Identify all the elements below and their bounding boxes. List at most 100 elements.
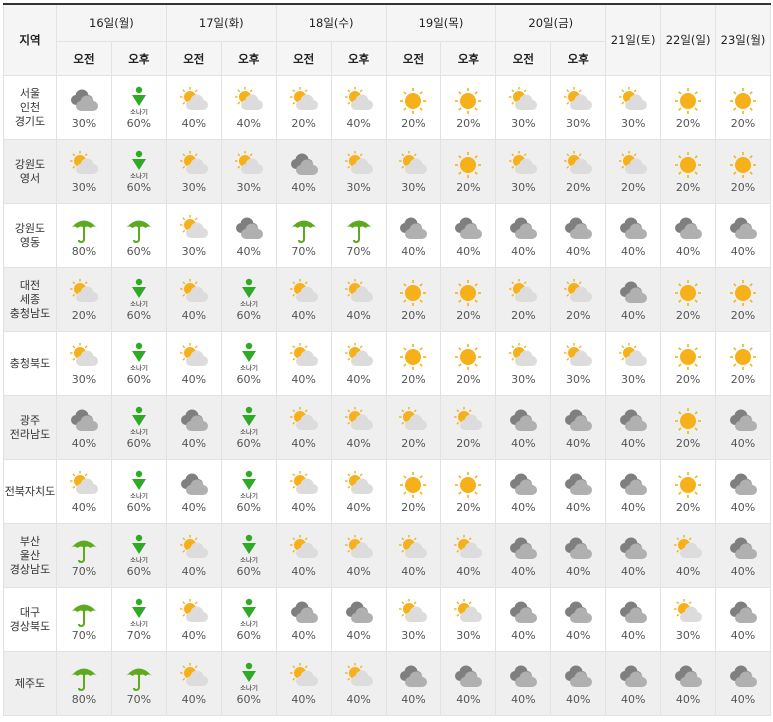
partly-cloudy-icon: [179, 343, 208, 366]
precip-probability: 40%: [346, 437, 371, 450]
forecast-cell: 30%: [495, 331, 552, 396]
shower-icon: 소나기: [130, 342, 148, 372]
forecast-cell: 40%: [550, 459, 607, 524]
region-name-line: 인천: [19, 100, 41, 114]
partly-cloudy-icon: [179, 663, 208, 686]
precip-probability: 20%: [675, 501, 701, 514]
cloudy-icon: [675, 665, 703, 687]
precip-probability: 40%: [181, 565, 207, 578]
region-name-line: 충청남도: [9, 306, 51, 320]
cloudy-icon: [290, 153, 318, 175]
forecast-cell: 소나기 60%: [110, 139, 167, 204]
shower-label: 소나기: [130, 299, 148, 308]
precip-probability: 40%: [620, 309, 646, 322]
precip-probability: 40%: [346, 565, 371, 578]
forecast-cell: 20%: [440, 139, 497, 204]
precip-probability: 40%: [511, 245, 536, 258]
shower-icon: 소나기: [240, 534, 258, 564]
forecast-cell: 40%: [165, 395, 222, 460]
forecast-cell: 소나기 60%: [220, 523, 277, 588]
precip-probability: 40%: [620, 501, 646, 514]
cloudy-icon: [345, 601, 373, 623]
precip-probability: 40%: [730, 437, 756, 450]
shower-label: 소나기: [240, 683, 258, 692]
precip-probability: 60%: [126, 309, 152, 322]
forecast-cell: 40%: [275, 139, 332, 204]
forecast-cell: 70%: [275, 203, 332, 268]
precip-probability: 30%: [181, 245, 207, 258]
table-row: 제주도 80% 70% 40% 소나기 60% 40% 40% 40% 40% 40% 40% 40% 4…: [3, 651, 771, 716]
forecast-cell: 40%: [495, 651, 552, 716]
forecast-cell: 40%: [220, 75, 277, 140]
precip-probability: 60%: [236, 309, 261, 322]
precip-probability: 40%: [291, 309, 316, 322]
rain-icon: [70, 540, 97, 564]
partly-cloudy-icon: [344, 279, 373, 302]
forecast-cell: 30%: [56, 331, 112, 396]
partly-cloudy-icon: [619, 343, 648, 366]
precip-probability: 30%: [71, 181, 97, 194]
precip-probability: 70%: [126, 629, 152, 642]
precip-probability: 30%: [675, 629, 701, 642]
precip-probability: 60%: [236, 565, 261, 578]
forecast-cell: 80%: [56, 203, 112, 268]
precip-probability: 30%: [346, 181, 371, 194]
precip-probability: 40%: [291, 501, 316, 514]
precip-probability: 40%: [566, 565, 591, 578]
cloudy-icon: [620, 217, 648, 239]
precip-probability: 20%: [730, 181, 756, 194]
cloudy-icon: [510, 217, 538, 239]
forecast-cell: 소나기 60%: [110, 523, 167, 588]
region-name: 광주 전라남도: [3, 395, 57, 460]
forecast-cell: 30%: [165, 139, 222, 204]
pm-header: 오후: [220, 41, 277, 76]
region-name-line: 강원도: [14, 221, 46, 235]
forecast-cell: 40%: [275, 587, 332, 652]
shower-label: 소나기: [240, 427, 258, 436]
sunny-icon: [675, 280, 702, 306]
partly-cloudy-icon: [619, 151, 648, 174]
precip-probability: 60%: [126, 181, 152, 194]
precip-probability: 80%: [71, 693, 97, 706]
precip-probability: 30%: [620, 373, 646, 386]
precip-probability: 40%: [620, 629, 646, 642]
sunny-icon: [730, 280, 757, 306]
precip-probability: 30%: [620, 117, 646, 130]
am-header: 오전: [56, 41, 112, 76]
precip-probability: 60%: [236, 501, 261, 514]
forecast-cell: 40%: [275, 267, 332, 332]
pm-header: 오후: [330, 41, 387, 76]
partly-cloudy-icon: [69, 343, 98, 366]
forecast-cell: 30%: [330, 139, 387, 204]
day-header: 22일(일): [660, 3, 717, 76]
precip-probability: 40%: [675, 693, 701, 706]
table-row: 대구 경상북도 70% 소나기 70% 40% 소나기 60% 40% 40% 30% 30% 40% 4…: [3, 587, 771, 652]
sunny-icon: [675, 472, 702, 498]
shower-icon: 소나기: [130, 470, 148, 500]
partly-cloudy-icon: [509, 279, 538, 302]
cloudy-icon: [620, 409, 648, 431]
forecast-cell: 20%: [385, 267, 442, 332]
shower-icon: 소나기: [240, 342, 258, 372]
forecast-cell: 20%: [385, 395, 442, 460]
partly-cloudy-icon: [344, 151, 373, 174]
pm-header: 오후: [550, 41, 607, 76]
precip-probability: 40%: [181, 501, 207, 514]
precip-probability: 20%: [730, 117, 756, 130]
table-row: 전북자치도 40% 소나기 60% 40% 소나기 60% 40% 40% 20% 20% 40% 40…: [3, 459, 771, 524]
forecast-cell: 20%: [440, 395, 497, 460]
region-column-header: 지역: [3, 3, 57, 76]
precip-probability: 40%: [730, 245, 756, 258]
shower-icon: 소나기: [240, 662, 258, 692]
forecast-cell: 40%: [550, 651, 607, 716]
sunny-icon: [730, 152, 757, 178]
forecast-cell: 20%: [605, 139, 662, 204]
partly-cloudy-icon: [289, 663, 318, 686]
cloudy-icon: [565, 217, 593, 239]
forecast-cell: 70%: [330, 203, 387, 268]
precip-probability: 40%: [181, 117, 207, 130]
shower-label: 소나기: [130, 363, 148, 372]
region-name-line: 대전: [19, 278, 41, 292]
day-header: 19일(목): [385, 3, 497, 42]
region-name: 전북자치도: [3, 459, 57, 524]
